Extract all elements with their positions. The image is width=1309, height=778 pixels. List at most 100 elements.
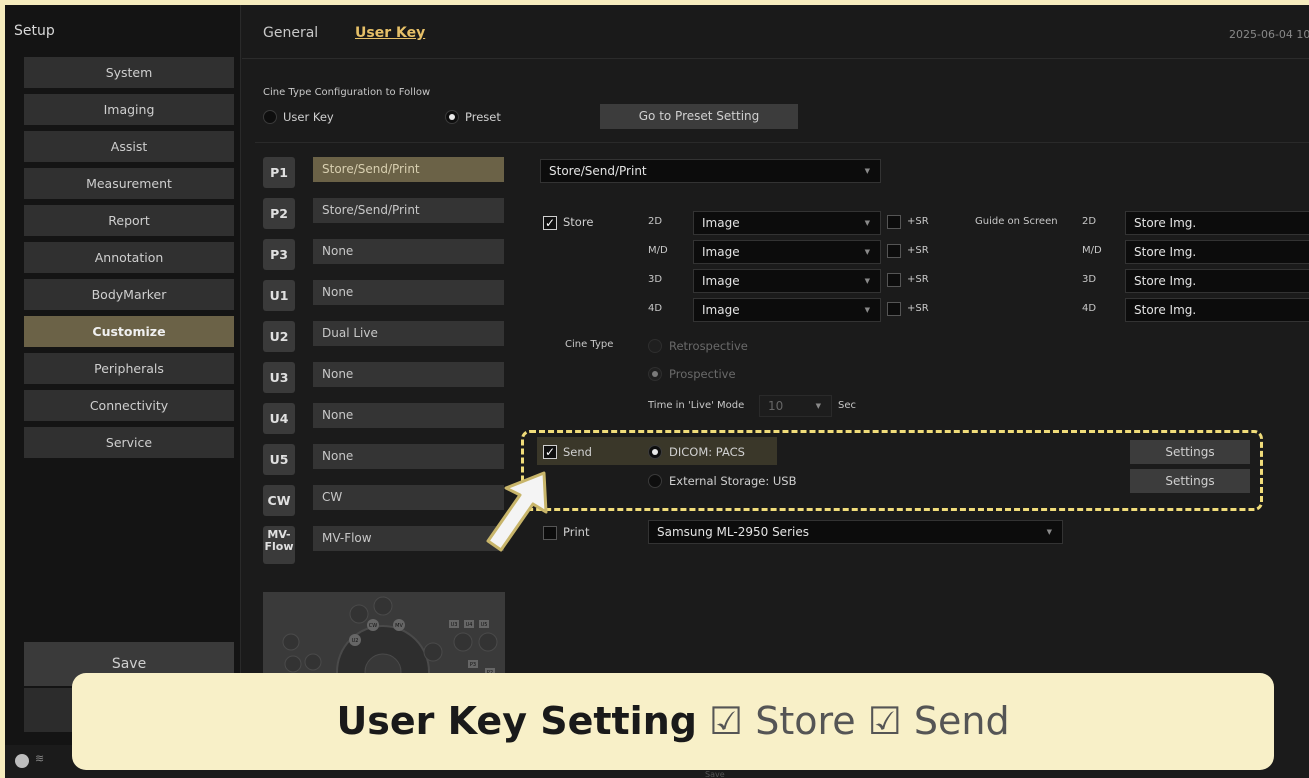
key-p1[interactable]: P1 — [263, 157, 295, 188]
sidebar-item-service[interactable]: Service — [24, 427, 234, 458]
store-label: Store — [563, 215, 594, 229]
sidebar-item-system[interactable]: System — [24, 57, 234, 88]
guide-md-select[interactable]: Store Img. — [1125, 240, 1309, 264]
key-p3-value[interactable]: None — [313, 239, 504, 264]
tab-general[interactable]: General — [263, 25, 318, 41]
key-u5-value[interactable]: None — [313, 444, 504, 469]
key-u1-value[interactable]: None — [313, 280, 504, 305]
radio-preset-label: Preset — [465, 110, 501, 124]
sidebar-item-report[interactable]: Report — [24, 205, 234, 236]
store-4d-select[interactable]: Image ▼ — [693, 298, 881, 322]
time-unit: Sec — [838, 400, 856, 411]
key-p2[interactable]: P2 — [263, 198, 295, 229]
key-u4[interactable]: U4 — [263, 403, 295, 434]
sidebar-item-assist[interactable]: Assist — [24, 131, 234, 162]
radio-user-key[interactable] — [263, 110, 277, 124]
tab-bar: General User Key 2025-06-04 10 — [242, 5, 1309, 59]
radio-retrospective[interactable] — [648, 339, 662, 353]
printer-select[interactable]: Samsung ML-2950 Series ▼ — [648, 520, 1063, 544]
sr-3d-label: +SR — [907, 274, 929, 285]
u4-key-text: U4 — [466, 622, 473, 628]
p3-key-text: P3 — [470, 662, 476, 668]
key-u2-value[interactable]: Dual Live — [313, 321, 504, 346]
key-p3[interactable]: P3 — [263, 239, 295, 270]
store-3d-select[interactable]: Image ▼ — [693, 269, 881, 293]
radio-prospective[interactable] — [648, 367, 662, 381]
guide-2d-select[interactable]: Store Img. — [1125, 211, 1309, 235]
key-p2-value[interactable]: Store/Send/Print — [313, 198, 504, 223]
footer-save-label: Save — [705, 770, 725, 778]
key-u3[interactable]: U3 — [263, 362, 295, 393]
sr-3d-checkbox[interactable] — [887, 273, 901, 287]
caption-banner: User Key Setting ☑ Store ☑ Send — [72, 673, 1274, 770]
key-u3-value[interactable]: None — [313, 362, 504, 387]
printer-value: Samsung ML-2950 Series — [657, 525, 809, 539]
store-checkbox[interactable]: ✓ — [543, 216, 557, 230]
sr-md-label: +SR — [907, 245, 929, 256]
send-highlight-box — [521, 430, 1263, 511]
setup-screen: Setup System Imaging Assist Measurement … — [5, 5, 1309, 778]
time-live-select[interactable]: 10 ▼ — [759, 395, 832, 417]
guide-mode-md: M/D — [1082, 245, 1102, 256]
chevron-down-icon: ▼ — [864, 248, 870, 256]
caption-subtitle: ☑ Store ☑ Send — [696, 699, 1010, 743]
go-to-preset-button[interactable]: Go to Preset Setting — [600, 104, 798, 129]
chevron-down-icon: ▼ — [864, 219, 870, 227]
guide-on-screen-label: Guide on Screen — [975, 216, 1058, 227]
key-cw[interactable]: CW — [263, 485, 295, 516]
sidebar: Setup System Imaging Assist Measurement … — [5, 5, 241, 745]
time-live-label: Time in 'Live' Mode — [648, 400, 745, 411]
store-md-value: Image — [702, 245, 740, 259]
tab-user-key[interactable]: User Key — [355, 25, 425, 41]
guide-mode-3d: 3D — [1082, 274, 1097, 285]
u3-key-text: U3 — [451, 622, 458, 628]
sidebar-item-annotation[interactable]: Annotation — [24, 242, 234, 273]
u5-key-text: U5 — [481, 622, 488, 628]
user-icon[interactable] — [15, 754, 29, 768]
layers-icon[interactable]: ≋ — [35, 752, 44, 765]
sidebar-item-customize[interactable]: Customize — [24, 316, 234, 347]
sidebar-item-imaging[interactable]: Imaging — [24, 94, 234, 125]
pointer-arrow-icon — [486, 471, 548, 552]
function-select[interactable]: Store/Send/Print ▼ — [540, 159, 881, 183]
sr-md-checkbox[interactable] — [887, 244, 901, 258]
key-u4-value[interactable]: None — [313, 403, 504, 428]
key-u1[interactable]: U1 — [263, 280, 295, 311]
function-select-value: Store/Send/Print — [549, 164, 647, 178]
key-mv-flow-value[interactable]: MV-Flow — [313, 526, 504, 551]
guide-4d-select[interactable]: Store Img. — [1125, 298, 1309, 322]
cine-type-label: Cine Type — [565, 339, 614, 350]
sidebar-item-measurement[interactable]: Measurement — [24, 168, 234, 199]
store-4d-value: Image — [702, 303, 740, 317]
sr-2d-checkbox[interactable] — [887, 215, 901, 229]
time-live-value: 10 — [768, 399, 784, 413]
sidebar-item-peripherals[interactable]: Peripherals — [24, 353, 234, 384]
key-cw-value[interactable]: CW — [313, 485, 504, 510]
guide-mode-2d: 2D — [1082, 216, 1097, 227]
sidebar-item-bodymarker[interactable]: BodyMarker — [24, 279, 234, 310]
key-mv-flow[interactable]: MV- Flow — [263, 526, 295, 564]
store-mode-md: M/D — [648, 245, 668, 256]
store-2d-select[interactable]: Image ▼ — [693, 211, 881, 235]
sr-4d-checkbox[interactable] — [887, 302, 901, 316]
key-u5[interactable]: U5 — [263, 444, 295, 475]
store-mode-4d: 4D — [648, 303, 663, 314]
chevron-down-icon: ▼ — [815, 402, 821, 410]
divider — [255, 142, 1309, 143]
store-mode-2d: 2D — [648, 216, 663, 227]
radio-retrospective-label: Retrospective — [669, 339, 748, 353]
key-p1-value[interactable]: Store/Send/Print — [313, 157, 504, 182]
radio-user-key-label: User Key — [283, 110, 334, 124]
chevron-down-icon: ▼ — [864, 167, 870, 175]
guide-3d-select[interactable]: Store Img. — [1125, 269, 1309, 293]
u2-key-text: U2 — [352, 638, 359, 644]
store-md-select[interactable]: Image ▼ — [693, 240, 881, 264]
datetime: 2025-06-04 10 — [1229, 28, 1309, 41]
setup-title: Setup — [14, 23, 55, 39]
sidebar-item-connectivity[interactable]: Connectivity — [24, 390, 234, 421]
store-2d-value: Image — [702, 216, 740, 230]
key-u2[interactable]: U2 — [263, 321, 295, 352]
guide-mode-4d: 4D — [1082, 303, 1097, 314]
radio-preset[interactable] — [445, 110, 459, 124]
chevron-down-icon: ▼ — [864, 306, 870, 314]
